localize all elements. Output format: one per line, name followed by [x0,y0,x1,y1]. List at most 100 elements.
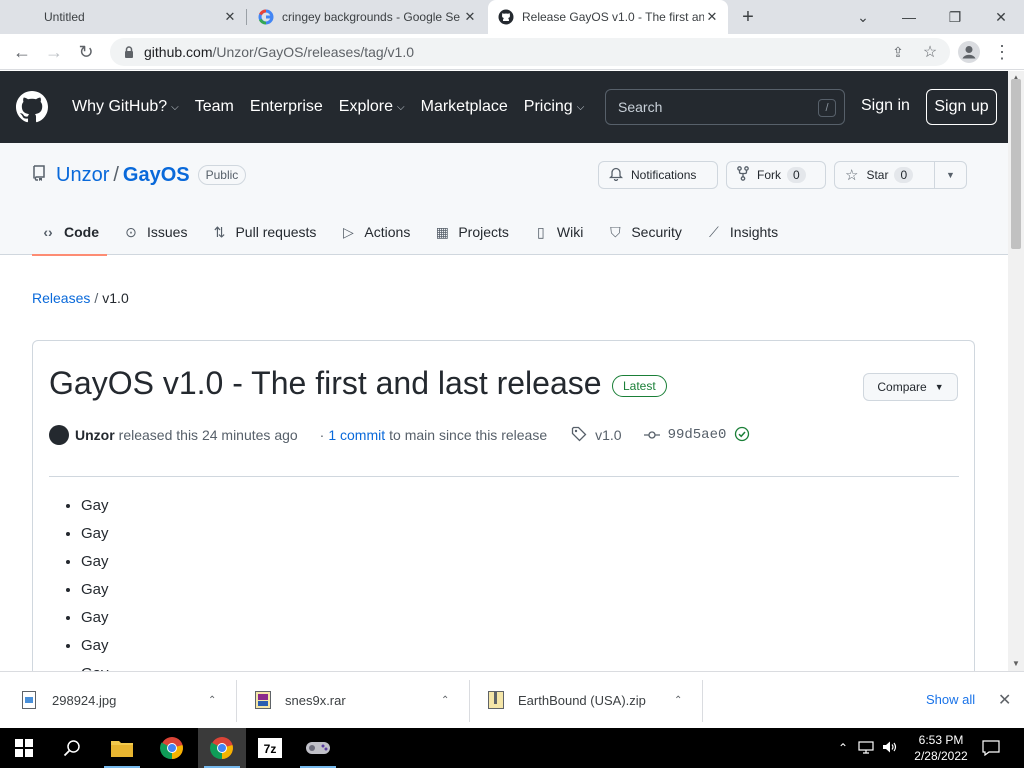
compare-button[interactable]: Compare ▼ [863,373,958,401]
tab-label: Issues [147,224,188,240]
tab-security[interactable]: ⛉ Security [599,209,690,255]
fork-button[interactable]: Fork 0 [726,161,826,189]
bell-icon [608,166,624,184]
chrome-icon[interactable] [148,728,196,768]
sign-up-button[interactable]: Sign up [926,89,997,125]
github-logo-icon[interactable] [16,91,48,123]
show-all-downloads-link[interactable]: Show all [926,692,975,707]
avatar[interactable] [49,425,69,445]
nav-why-github[interactable]: Why GitHub? ⌵ [72,98,179,116]
tab-title: cringey backgrounds - Google Se [282,10,461,24]
chevron-down-icon: ⌵ [397,101,405,113]
download-filename: 298924.jpg [52,692,117,708]
close-icon[interactable]: ✕ [462,9,478,25]
tab-issues[interactable]: ⊙ Issues [115,209,195,255]
search-input[interactable]: Search / [605,89,845,125]
released-text: released this 24 minutes ago [118,427,298,443]
release-card: GayOS v1.0 - The first and last release … [32,340,975,682]
lock-icon [122,45,136,59]
browser-tab-github-release[interactable]: Release GayOS v1.0 - The first an ✕ [488,0,728,34]
repo-name-link[interactable]: GayOS [123,164,190,187]
forward-button[interactable]: → [40,38,68,66]
file-explorer-icon[interactable] [98,728,146,768]
download-item[interactable]: snes9x.rar ⌃ [255,680,465,720]
restore-button[interactable]: ❐ [932,0,978,34]
release-title[interactable]: GayOS v1.0 - The first and last release [49,365,602,402]
tab-pull-requests[interactable]: ⇅ Pull requests [203,209,324,255]
snes9x-icon[interactable] [294,728,342,768]
close-icon[interactable]: ✕ [704,9,720,25]
menu-kebab-icon[interactable]: ⋮ [988,38,1016,66]
chevron-up-icon[interactable]: ⌃ [674,695,682,706]
star-dropdown-caret-icon[interactable]: ▼ [934,162,966,188]
repo-owner-link[interactable]: Unzor [56,164,109,187]
chevron-up-icon[interactable]: ⌃ [838,741,848,755]
page-scrollbar[interactable]: ▲ ▼ [1008,71,1024,671]
tab-actions[interactable]: ▷ Actions [332,209,418,255]
network-icon[interactable] [858,740,874,757]
close-icon[interactable]: ✕ [998,690,1011,710]
tab-projects[interactable]: ▦ Projects [426,209,517,255]
share-icon[interactable]: ⇪ [884,38,912,66]
search-icon[interactable] [48,728,96,768]
author-link[interactable]: Unzor [75,427,115,443]
tab-label: Code [64,224,99,240]
reload-button[interactable]: ↻ [72,38,100,66]
new-tab-button[interactable]: + [736,5,760,29]
address-bar[interactable]: github.com/Unzor/GayOS/releases/tag/v1.0 [110,38,950,66]
check-circle-icon[interactable] [734,426,750,445]
scroll-down-icon[interactable]: ▼ [1012,659,1020,668]
list-item: Gay [81,524,109,552]
chrome-active-window-icon[interactable] [198,728,246,768]
chevron-up-icon[interactable]: ⌃ [441,695,449,706]
volume-icon[interactable] [882,740,898,757]
tab-insights[interactable]: ⟋ Insights [698,209,786,255]
tab-code[interactable]: ‹› Code [32,209,107,256]
list-item: Gay [81,552,109,580]
sign-in-link[interactable]: Sign in [861,97,910,115]
downloads-bar: 298924.jpg ⌃ snes9x.rar ⌃ EarthBound (US… [0,671,1024,728]
windows-start-icon[interactable] [0,728,48,768]
nav-explore[interactable]: Explore ⌵ [339,98,405,116]
chevron-up-icon[interactable]: ⌃ [208,695,216,706]
breadcrumb-releases-link[interactable]: Releases [32,290,90,306]
chevron-down-icon: ⌵ [171,101,179,113]
tab-title: Untitled [44,10,85,24]
address-bar-row: ← → ↻ github.com/Unzor/GayOS/releases/ta… [0,34,1024,70]
tab-label: Actions [364,224,411,240]
profile-avatar[interactable] [955,38,983,66]
nav-enterprise[interactable]: Enterprise [250,98,323,116]
tag-icon [571,426,587,445]
nav-marketplace[interactable]: Marketplace [421,98,508,116]
7zip-icon[interactable]: 7z [246,728,294,768]
issue-icon: ⊙ [125,223,137,240]
close-icon[interactable]: ✕ [222,9,238,25]
repo-icon [32,164,46,187]
tab-label: Security [631,224,682,240]
star-button[interactable]: ☆ Star 0 ▼ [834,161,967,189]
browser-tab-google[interactable]: cringey backgrounds - Google Se ✕ [248,0,486,34]
bookmark-star-icon[interactable]: ☆ [916,38,944,66]
tab-search-chevron-icon[interactable]: ⌄ [840,0,886,34]
browser-tab-strip: Untitled ✕ cringey backgrounds - Google … [0,0,1024,34]
download-item[interactable]: 298924.jpg ⌃ [22,680,232,720]
taskbar-clock[interactable]: 6:53 PM 2/28/2022 [910,732,972,764]
breadcrumb: Releases / v1.0 [32,290,129,306]
commits-link[interactable]: 1 commit [328,427,385,443]
commit-sha-link[interactable]: 99d5ae0 [668,427,727,443]
nav-team[interactable]: Team [195,98,234,116]
close-window-button[interactable]: ✕ [978,0,1024,34]
nav-pricing[interactable]: Pricing ⌵ [524,98,585,116]
tab-wiki[interactable]: ▯ Wiki [525,209,591,255]
download-item[interactable]: EarthBound (USA).zip ⌃ [488,680,698,720]
browser-tab-untitled[interactable]: Untitled ✕ [0,0,246,34]
minimize-button[interactable]: — [886,0,932,34]
github-icon [498,9,514,25]
fork-label: Fork [757,168,781,182]
back-button[interactable]: ← [8,38,36,66]
tag-link[interactable]: v1.0 [595,427,621,443]
tab-label: Pull requests [235,224,317,240]
scroll-thumb[interactable] [1011,79,1021,249]
notification-center-icon[interactable] [968,728,1014,768]
notifications-button[interactable]: Notifications [598,161,718,189]
